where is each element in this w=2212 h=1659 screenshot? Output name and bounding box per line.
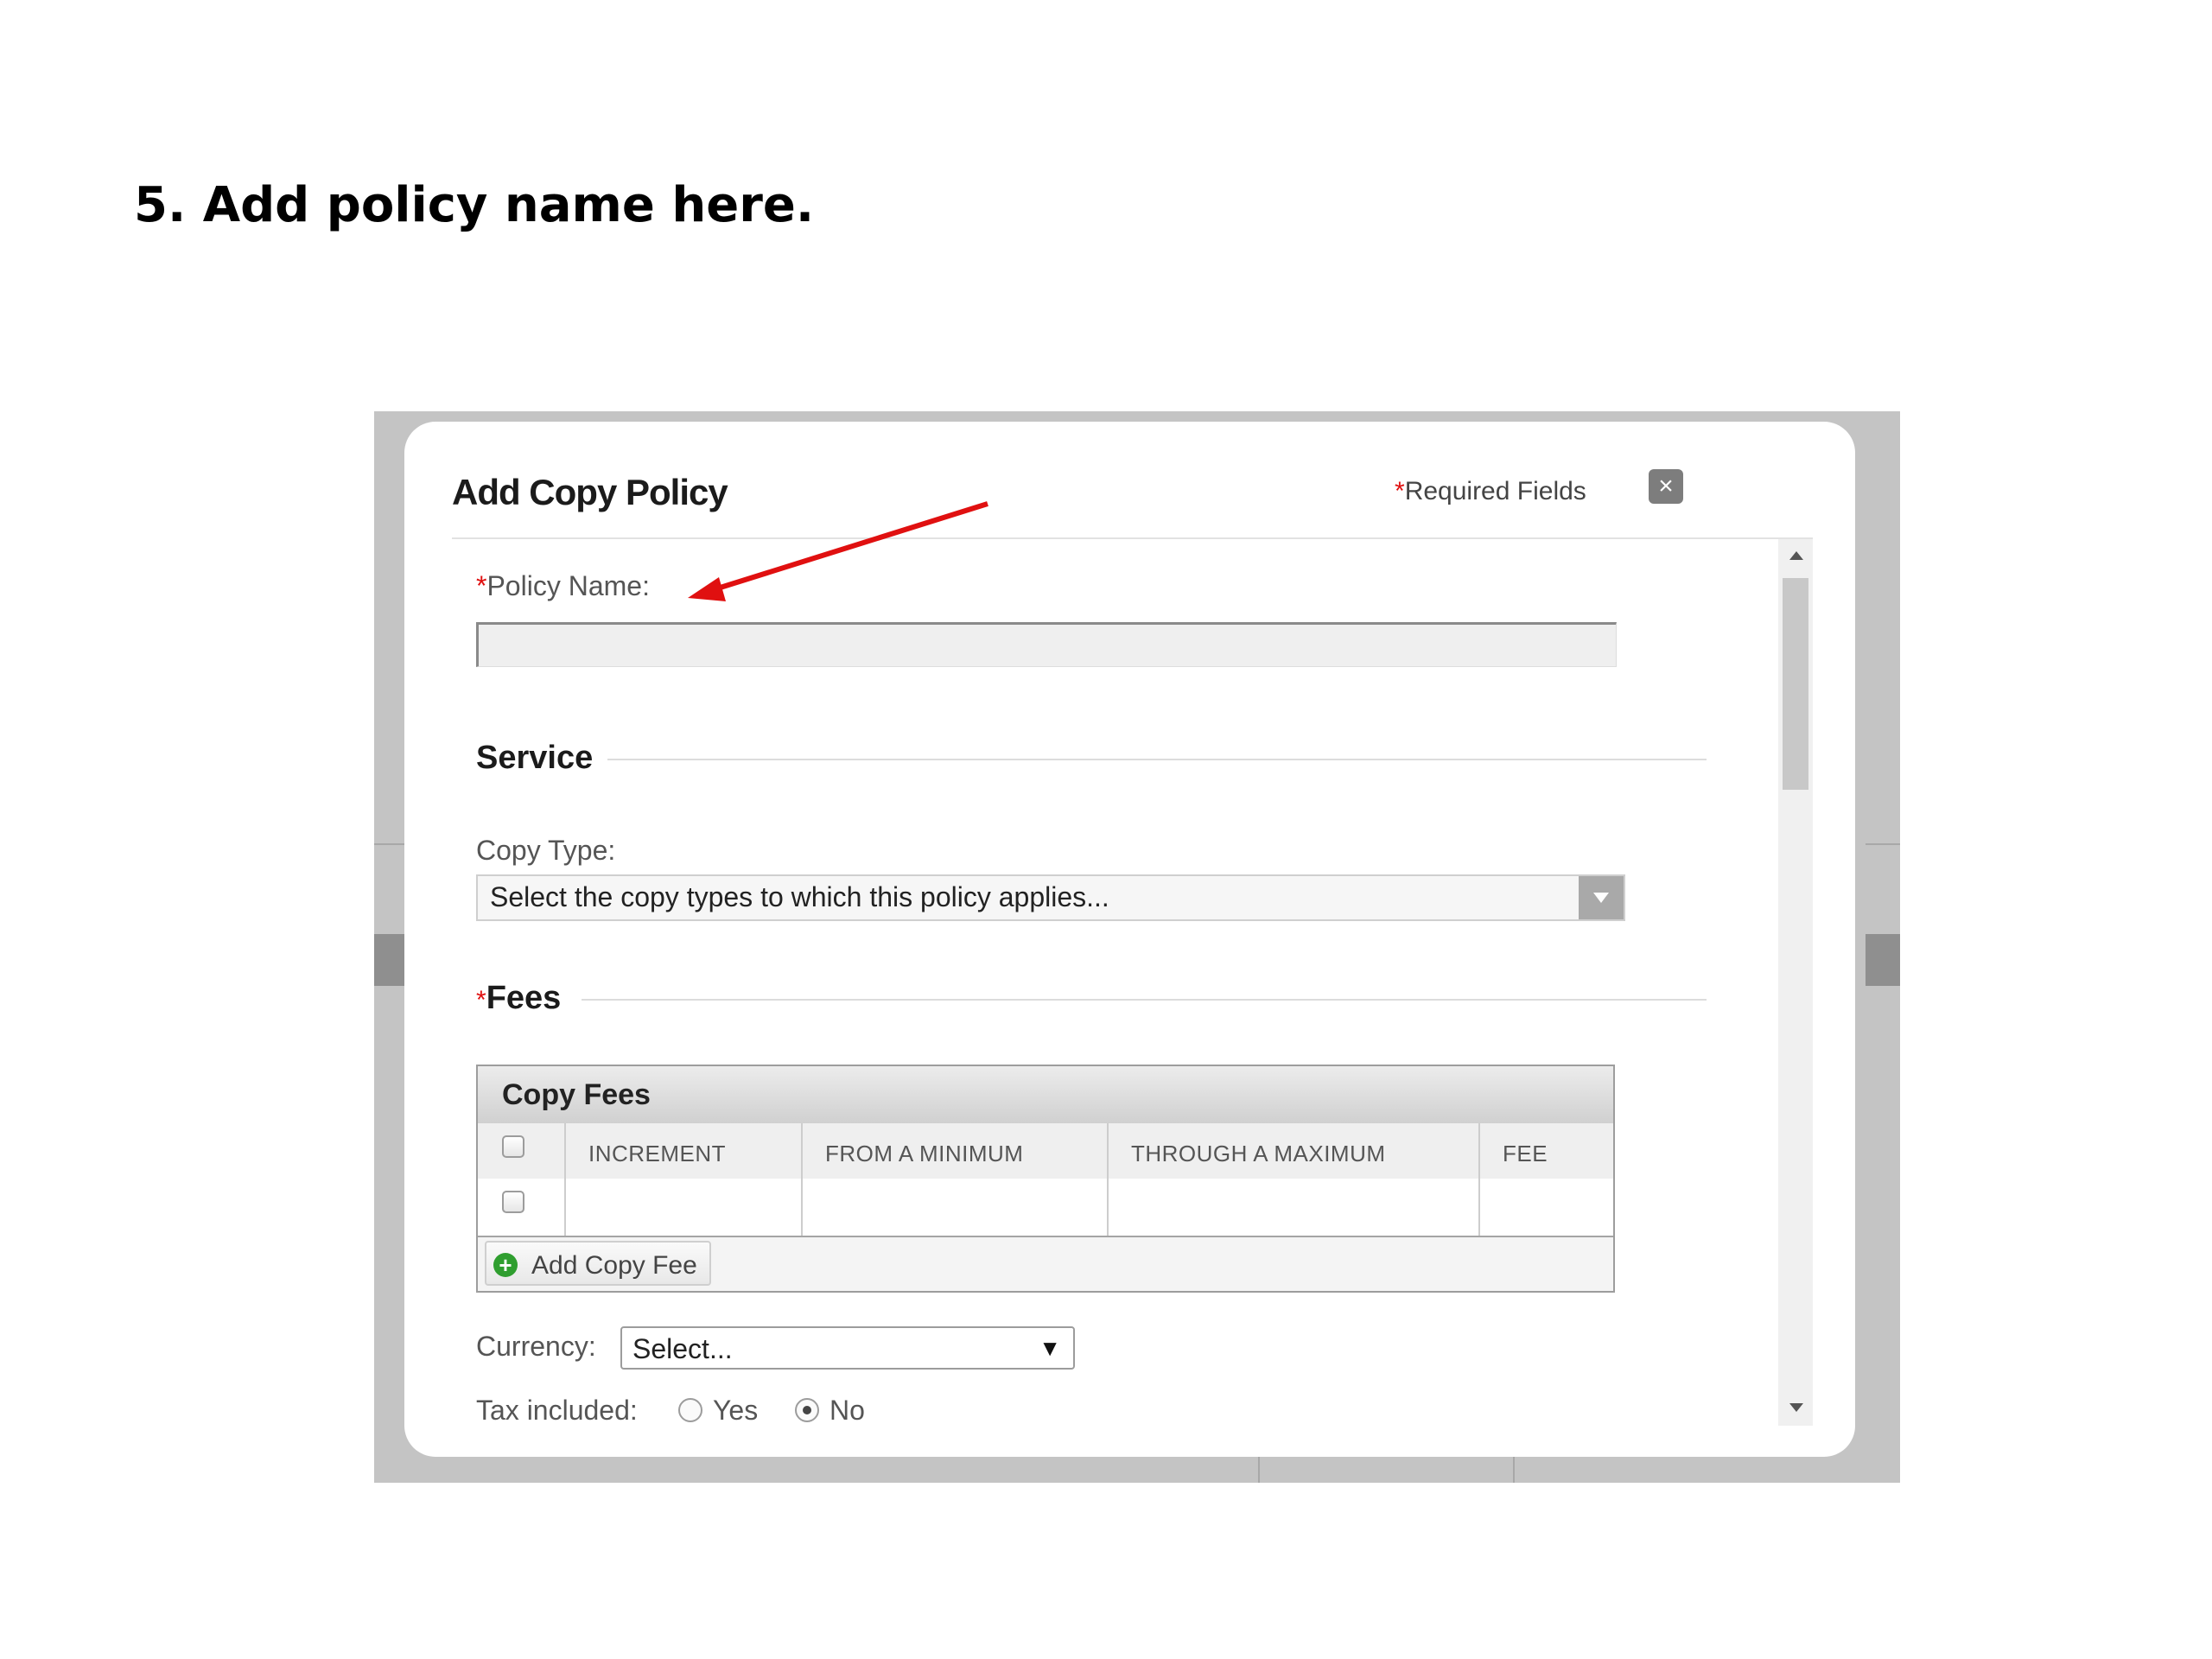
column-header[interactable]: FEE bbox=[1480, 1123, 1613, 1179]
background-line bbox=[374, 843, 409, 845]
required-star: * bbox=[476, 986, 486, 1014]
dialog-scrollbar[interactable] bbox=[1778, 539, 1813, 1426]
background-bar bbox=[374, 934, 409, 986]
row-checkbox[interactable] bbox=[502, 1191, 524, 1213]
select-all-checkbox[interactable] bbox=[502, 1135, 524, 1158]
copy-fees-footer: + Add Copy Fee bbox=[478, 1237, 1613, 1291]
fees-divider bbox=[582, 999, 1707, 1001]
through-maximum-cell[interactable] bbox=[1109, 1179, 1480, 1236]
required-fields-label: Required Fields bbox=[1404, 477, 1586, 505]
currency-selected: Select... bbox=[632, 1333, 733, 1364]
background-line bbox=[1866, 843, 1900, 845]
close-button[interactable]: × bbox=[1649, 469, 1683, 504]
column-header-label: INCREMENT bbox=[588, 1141, 727, 1166]
scroll-down-arrow-icon[interactable] bbox=[1789, 1403, 1803, 1412]
policy-name-label: *Policy Name: bbox=[476, 570, 650, 602]
dialog-title: Add Copy Policy bbox=[452, 472, 728, 512]
service-divider bbox=[607, 759, 1707, 760]
copy-type-placeholder: Select the copy types to which this poli… bbox=[490, 881, 1109, 912]
plus-circle-icon: + bbox=[493, 1253, 518, 1277]
scroll-thumb[interactable] bbox=[1783, 578, 1808, 790]
copy-fees-title: Copy Fees bbox=[502, 1078, 651, 1111]
policy-name-label-text: Policy Name: bbox=[486, 570, 650, 601]
background-line bbox=[1513, 1457, 1515, 1483]
from-minimum-cell[interactable] bbox=[803, 1179, 1109, 1236]
tax-yes-label: Yes bbox=[713, 1395, 759, 1426]
tax-included-label: Tax included: bbox=[476, 1395, 638, 1426]
tax-no-label: No bbox=[830, 1395, 865, 1426]
copy-type-select[interactable]: Select the copy types to which this poli… bbox=[476, 874, 1625, 921]
column-header[interactable]: INCREMENT bbox=[566, 1123, 803, 1179]
fee-cell[interactable] bbox=[1480, 1179, 1613, 1236]
add-copy-fee-label: Add Copy Fee bbox=[531, 1251, 697, 1280]
chevron-down-icon[interactable] bbox=[1579, 876, 1624, 919]
required-star: * bbox=[1395, 477, 1405, 505]
background-line bbox=[1258, 1457, 1260, 1483]
column-header[interactable]: FROM A MINIMUM bbox=[803, 1123, 1109, 1179]
fees-heading-text: Fees bbox=[486, 980, 562, 1016]
dialog-body: *Policy Name: Service Copy Type: Select … bbox=[452, 539, 1813, 1426]
close-icon: × bbox=[1658, 472, 1674, 500]
dropdown-arrow-icon: ▼ bbox=[1039, 1335, 1061, 1361]
currency-select[interactable]: Select... ▼ bbox=[620, 1326, 1075, 1370]
currency-label: Currency: bbox=[476, 1331, 596, 1362]
required-star: * bbox=[476, 570, 487, 601]
required-fields-note: *Required Fields bbox=[1395, 477, 1586, 506]
fees-heading: *Fees bbox=[476, 980, 561, 1017]
table-row-select-cell bbox=[478, 1179, 566, 1236]
copy-fees-panel: Copy Fees INCREMENT FROM A MINIMUM THROU… bbox=[476, 1065, 1615, 1293]
add-copy-fee-button[interactable]: + Add Copy Fee bbox=[485, 1241, 711, 1286]
select-all-column bbox=[478, 1123, 566, 1179]
policy-name-input[interactable] bbox=[476, 622, 1617, 667]
step-title: 5. Add policy name here. bbox=[134, 177, 815, 233]
column-header-label: THROUGH A MAXIMUM bbox=[1131, 1141, 1386, 1166]
column-header-label: FEE bbox=[1503, 1141, 1548, 1166]
column-header-label: FROM A MINIMUM bbox=[825, 1141, 1024, 1166]
background-bar bbox=[1866, 934, 1900, 986]
add-copy-policy-dialog: Add Copy Policy *Required Fields × *Poli… bbox=[404, 422, 1855, 1457]
tax-yes-radio[interactable] bbox=[678, 1398, 702, 1422]
tax-no-radio[interactable] bbox=[795, 1398, 819, 1422]
increment-cell[interactable] bbox=[566, 1179, 803, 1236]
scroll-up-arrow-icon[interactable] bbox=[1789, 551, 1803, 560]
copy-fees-header: Copy Fees bbox=[478, 1066, 1613, 1125]
screenshot-frame: Add Copy Policy *Required Fields × *Poli… bbox=[374, 411, 1900, 1483]
column-header[interactable]: THROUGH A MAXIMUM bbox=[1109, 1123, 1480, 1179]
copy-type-label: Copy Type: bbox=[476, 835, 616, 866]
service-heading: Service bbox=[476, 740, 594, 776]
